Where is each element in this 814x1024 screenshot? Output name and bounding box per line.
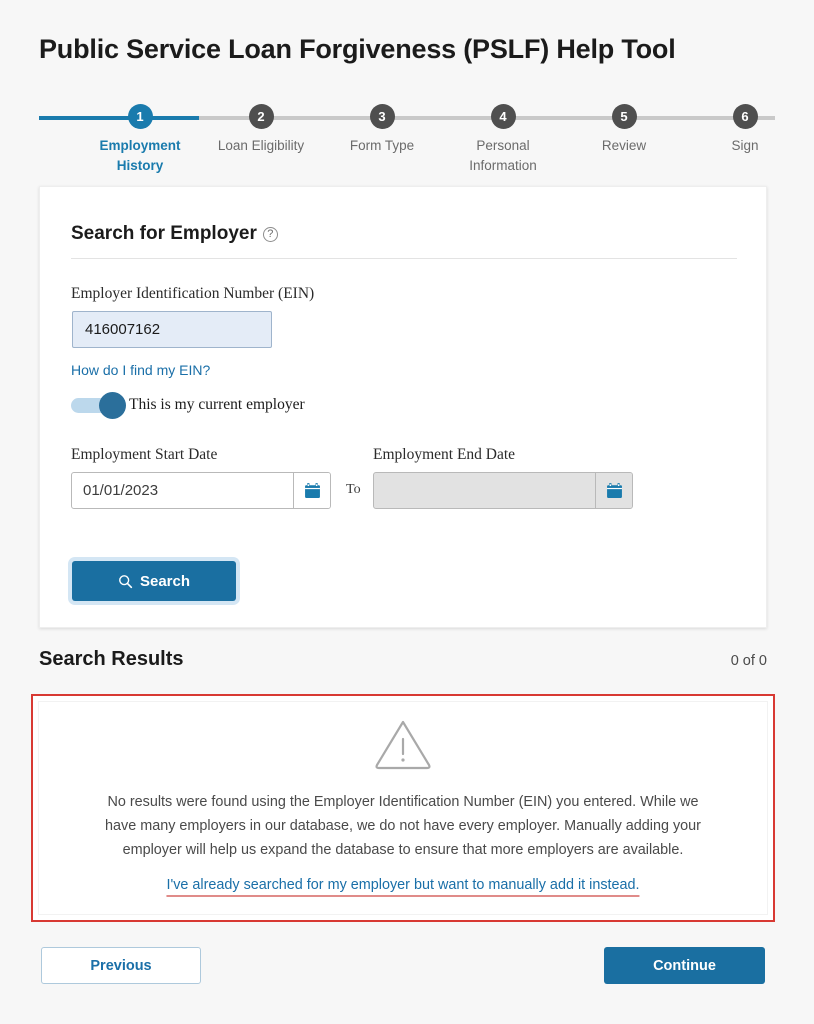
ein-label: Employer Identification Number (EIN) bbox=[71, 285, 315, 302]
page-title: Public Service Loan Forgiveness (PSLF) H… bbox=[39, 34, 676, 64]
current-employer-toggle-label: This is my current employer bbox=[129, 396, 305, 413]
search-button[interactable]: Search bbox=[72, 561, 236, 601]
stepper-step-6[interactable]: 6 Sign bbox=[685, 100, 805, 156]
no-results-message: No results were found using the Employer… bbox=[105, 794, 701, 858]
stepper-step-4-number: 4 bbox=[490, 104, 516, 129]
start-date-label: Employment Start Date bbox=[71, 446, 218, 463]
search-results-header: Search Results 0 of 0 bbox=[39, 648, 767, 680]
progress-stepper: 1 Employment History 2 Loan Eligibility … bbox=[39, 100, 775, 180]
stepper-step-3-label: Form Type bbox=[349, 138, 415, 153]
end-date-group bbox=[373, 472, 633, 509]
start-date-calendar-button[interactable] bbox=[293, 473, 330, 508]
calendar-icon bbox=[606, 483, 622, 498]
stepper-step-4-label: Personal Information bbox=[469, 138, 537, 173]
stepper-step-2-number: 2 bbox=[248, 104, 274, 129]
toggle-knob bbox=[99, 391, 126, 419]
search-results-count: 0 of 0 bbox=[730, 653, 767, 669]
current-employer-toggle[interactable] bbox=[71, 391, 126, 419]
stepper-step-5-number: 5 bbox=[611, 104, 637, 129]
stepper-step-3[interactable]: 3 Form Type bbox=[322, 100, 442, 156]
search-button-label: Search bbox=[139, 572, 191, 590]
stepper-step-2-label: Loan Eligibility bbox=[217, 138, 305, 153]
card-title: Search for Employer? bbox=[71, 223, 278, 245]
end-date-calendar-button[interactable] bbox=[595, 473, 632, 508]
stepper-step-1-label: Employment History bbox=[99, 138, 181, 173]
date-range-separator: To bbox=[346, 482, 361, 497]
stepper-step-5[interactable]: 5 Review bbox=[564, 100, 684, 156]
start-date-input[interactable] bbox=[72, 473, 293, 508]
previous-button[interactable]: Previous bbox=[41, 947, 201, 984]
stepper-step-3-number: 3 bbox=[369, 104, 395, 129]
stepper-step-5-label: Review bbox=[601, 138, 647, 153]
start-date-group bbox=[71, 472, 331, 509]
start-date-field[interactable] bbox=[71, 472, 331, 509]
how-do-i-find-my-ein-link[interactable]: How do I find my EIN? bbox=[71, 362, 210, 378]
pslf-help-tool-page: Public Service Loan Forgiveness (PSLF) H… bbox=[0, 0, 814, 1024]
search-icon bbox=[119, 574, 133, 588]
card-title-text: Search for Employer bbox=[71, 223, 257, 244]
stepper-step-1-number: 1 bbox=[127, 104, 153, 129]
continue-button[interactable]: Continue bbox=[604, 947, 765, 984]
manually-add-employer-link[interactable]: I've already searched for my employer bu… bbox=[166, 877, 640, 897]
calendar-icon bbox=[304, 483, 320, 498]
stepper-step-6-label: Sign bbox=[731, 138, 759, 153]
stepper-step-6-number: 6 bbox=[732, 104, 758, 129]
card-title-divider bbox=[71, 258, 737, 259]
ein-input[interactable] bbox=[72, 311, 272, 348]
no-results-error-panel: No results were found using the Employer… bbox=[31, 694, 775, 922]
no-results-error-inner: No results were found using the Employer… bbox=[38, 701, 768, 915]
end-date-label: Employment End Date bbox=[373, 446, 516, 463]
warning-triangle-icon bbox=[372, 716, 434, 777]
stepper-step-1[interactable]: 1 Employment History bbox=[80, 100, 200, 176]
search-for-employer-card: Search for Employer? Employer Identifica… bbox=[39, 186, 767, 628]
search-results-title: Search Results bbox=[39, 648, 184, 670]
current-employer-toggle-row[interactable]: This is my current employer bbox=[71, 391, 305, 419]
end-date-field bbox=[373, 472, 633, 509]
end-date-input bbox=[374, 473, 595, 508]
stepper-step-2[interactable]: 2 Loan Eligibility bbox=[201, 100, 321, 156]
question-circle-icon[interactable]: ? bbox=[262, 227, 278, 242]
stepper-step-4[interactable]: 4 Personal Information bbox=[443, 100, 563, 176]
